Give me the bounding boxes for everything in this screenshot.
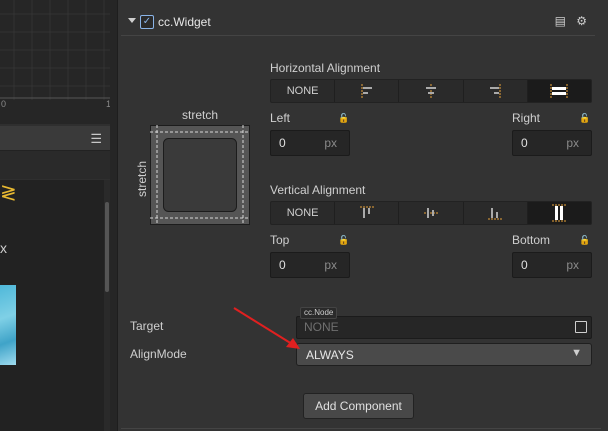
left-label: Left [270,111,291,125]
stretch-label-top: stretch [182,108,219,122]
node-picker-icon[interactable] [575,321,587,333]
add-component-button[interactable]: Add Component [303,393,414,419]
stretch-label-left: stretch [135,160,150,198]
asset-preview-area[interactable]: ≷ x [0,180,104,431]
right-offset-field[interactable]: 0 px [512,130,592,156]
component-title: cc.Widget [158,15,211,29]
v-align-none-button[interactable]: NONE [271,202,336,224]
h-align-stretch-button[interactable] [527,80,591,102]
align-stretch-h-icon [550,84,568,98]
scrollbar-thumb[interactable] [105,202,109,292]
vertical-alignment-selector: NONE [270,201,592,225]
h-align-right-button[interactable] [464,80,528,102]
annotation-arrow-icon [233,307,300,349]
align-center-icon [426,84,436,98]
axis-label-0: 0 [1,99,7,109]
panel-divider[interactable] [110,0,118,431]
collapse-chevron-icon[interactable] [128,18,136,23]
v-align-stretch-button[interactable] [527,202,591,224]
left-panel-toolbar [0,151,110,179]
left-offset-field[interactable]: 0 px [270,130,350,156]
bottom-label: Bottom [512,233,551,247]
dropdown-caret-icon: ▼ [571,347,582,359]
left-panel-header: ☰ [0,126,110,151]
align-bottom-icon [488,208,503,220]
left-lock-icon[interactable]: 🔓 [338,113,349,124]
v-align-top-button[interactable] [335,202,400,224]
align-left-icon [361,84,372,98]
align-mode-label: AlignMode [130,347,187,361]
bottom-offset-field[interactable]: 0 px [512,252,592,278]
align-middle-icon [424,208,438,218]
h-align-center-button[interactable] [399,80,464,102]
align-right-icon [490,84,501,98]
bottom-lock-icon[interactable]: 🔓 [579,235,590,246]
hamburger-menu-icon[interactable]: ☰ [90,131,102,147]
h-align-none-button[interactable]: NONE [271,80,336,102]
widget-enabled-checkbox[interactable]: ✓ [140,15,154,29]
preview-image [0,285,16,365]
top-lock-icon[interactable]: 🔓 [338,235,349,246]
v-align-bottom-button[interactable] [464,202,528,224]
align-mode-dropdown[interactable]: ALWAYS ▼ [296,343,592,366]
vertical-alignment-label: Vertical Alignment [270,183,366,197]
h-align-left-button[interactable] [335,80,400,102]
target-label: Target [130,319,164,333]
widget-component-header[interactable]: ✓ cc.Widget ▤ ⚙ [121,9,595,36]
stretch-preview-box [150,125,250,225]
gear-icon[interactable]: ⚙ [576,14,587,28]
align-top-icon [359,206,374,218]
top-offset-field[interactable]: 0 px [270,252,350,278]
target-node-field[interactable]: NONE [296,316,592,339]
book-icon[interactable]: ▤ [555,14,566,28]
right-label: Right [512,111,541,125]
scene-grid [0,0,117,100]
top-label: Top [270,233,290,247]
scene-grid-view[interactable]: 0 15 [0,0,117,124]
right-lock-icon[interactable]: 🔓 [579,113,590,124]
v-align-middle-button[interactable] [399,202,464,224]
truncated-label: x [0,240,7,256]
align-stretch-v-icon [552,204,567,222]
horizontal-alignment-selector: NONE [270,79,592,103]
yellow-decoration-icon: ≷ [0,182,17,204]
horizontal-alignment-label: Horizontal Alignment [270,61,381,75]
panel-bottom-border [121,428,601,429]
